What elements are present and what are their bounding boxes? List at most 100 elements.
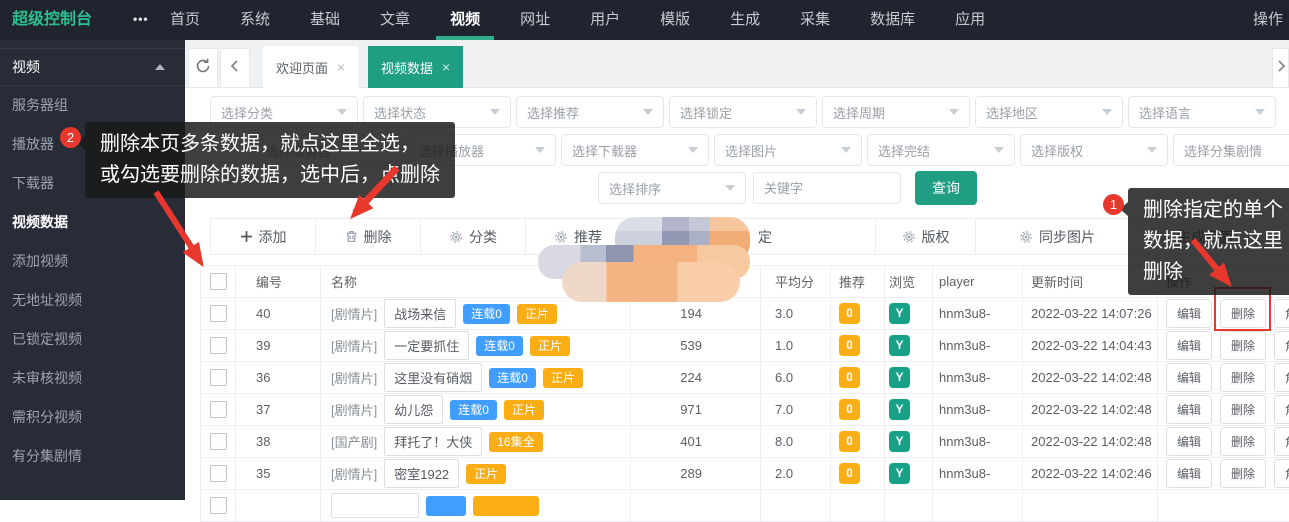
action-extra-button[interactable]: 角 — [1274, 363, 1289, 392]
filter-select[interactable]: 选择图片 — [714, 134, 862, 166]
sidebar-item[interactable]: 无地址视频 — [0, 281, 185, 320]
table-cell: 539 — [631, 330, 761, 362]
browse-badge: Y — [889, 303, 910, 324]
table-cell: 36 — [236, 362, 321, 394]
search-button[interactable]: 查询 — [915, 171, 977, 205]
table-cell — [933, 490, 1023, 522]
nav-item[interactable]: 数据库 — [870, 0, 915, 40]
table-cell — [201, 330, 236, 362]
row-checkbox[interactable] — [210, 369, 227, 386]
action-edit-button[interactable]: 编辑 — [1166, 427, 1212, 456]
table-cell: 224 — [631, 362, 761, 394]
table-header-cell: 编号 — [236, 266, 321, 298]
tabs-scroll-left-button[interactable] — [220, 48, 250, 88]
sidebar-item[interactable]: 服务器组 — [0, 86, 185, 125]
add-button[interactable]: 添加 — [211, 219, 316, 254]
nav-item[interactable]: 文章 — [380, 0, 410, 40]
sidebar-item[interactable]: 视频数据 — [0, 203, 185, 242]
table-cell — [201, 490, 236, 522]
table-cell: [剧情片]一定要抓住连载0正片 — [321, 330, 631, 362]
action-delete-button[interactable]: 删除 — [1220, 427, 1266, 456]
nav-item[interactable]: 生成 — [730, 0, 760, 40]
action-edit-button[interactable]: 编辑 — [1166, 459, 1212, 488]
table-cell: 编辑删除角 — [1158, 362, 1289, 394]
select-all-checkbox[interactable] — [210, 273, 227, 290]
action-delete-button[interactable]: 删除 — [1220, 459, 1266, 488]
filter-select[interactable]: 选择地区 — [975, 96, 1123, 128]
action-extra-button[interactable]: 角 — [1274, 395, 1289, 424]
nav-item[interactable]: 首页 — [170, 0, 200, 40]
nav-item[interactable]: 模版 — [660, 0, 690, 40]
filter-select-placeholder: 选择语言 — [1139, 103, 1191, 122]
name-cell: [剧情片]战场来信连载0正片 — [331, 299, 630, 328]
tab[interactable]: 欢迎页面× — [263, 46, 358, 88]
table-cell: [剧情片]幼儿怨连载0正片 — [321, 394, 631, 426]
tab[interactable]: 视频数据× — [368, 46, 463, 88]
sidebar-item[interactable]: 添加视频 — [0, 242, 185, 281]
sidebar-group-video[interactable]: 视频 — [0, 48, 185, 86]
recommend-badge: 0 — [839, 303, 860, 324]
tab-close-icon[interactable]: × — [337, 59, 345, 75]
sidebar-item[interactable]: 需积分视频 — [0, 398, 185, 437]
action-extra-button[interactable]: 角 — [1274, 299, 1289, 328]
action-extra-button[interactable]: 角 — [1274, 427, 1289, 456]
tab-close-icon[interactable]: × — [442, 59, 450, 75]
refresh-icon — [194, 57, 212, 80]
chevron-left-icon — [228, 59, 242, 78]
sync-images-button[interactable]: 同步图片 — [976, 219, 1139, 254]
sidebar-item[interactable]: 未审核视频 — [0, 359, 185, 398]
refresh-button[interactable] — [188, 48, 218, 88]
row-checkbox[interactable] — [210, 401, 227, 418]
nav-item[interactable]: 采集 — [800, 0, 830, 40]
nav-item[interactable]: 用户 — [590, 0, 620, 40]
delete-button[interactable]: 删除 — [316, 219, 421, 254]
table-cell: Y — [885, 458, 933, 490]
keyword-input[interactable] — [753, 172, 901, 204]
nav-item-operations[interactable]: 操作 — [1253, 0, 1283, 40]
table-cell: 194 — [631, 298, 761, 330]
action-delete-button[interactable]: 删除 — [1220, 395, 1266, 424]
sidebar-item[interactable]: 有分集剧情 — [0, 437, 185, 476]
browse-badge: Y — [889, 431, 910, 452]
action-edit-button[interactable]: 编辑 — [1166, 299, 1212, 328]
action-delete-button[interactable]: 删除 — [1220, 331, 1266, 360]
filter-select[interactable]: 选择下载器 — [561, 134, 709, 166]
filter-select-placeholder: 选择地区 — [986, 103, 1038, 122]
action-delete-button[interactable]: 删除 — [1220, 363, 1266, 392]
video-data-table: 编号名称平均分推荐浏览player更新时间操作 40[剧情片]战场来信连载0正片… — [200, 265, 1289, 522]
nav-item[interactable]: 视频 — [450, 0, 480, 40]
action-edit-button[interactable]: 编辑 — [1166, 395, 1212, 424]
name-box: 一定要抓住 — [384, 331, 469, 360]
action-extra-button[interactable]: 角 — [1274, 331, 1289, 360]
filter-select[interactable]: 选择语言 — [1128, 96, 1276, 128]
row-checkbox[interactable] — [210, 337, 227, 354]
action-edit-button[interactable]: 编辑 — [1166, 363, 1212, 392]
nav-item[interactable]: 系统 — [240, 0, 270, 40]
filter-select[interactable]: 选择分集剧情 — [1173, 134, 1289, 166]
recommend-badge: 0 — [839, 367, 860, 388]
sidebar-item[interactable]: 已锁定视频 — [0, 320, 185, 359]
toolbar-button-label: 版权 — [922, 227, 950, 247]
more-menu-icon[interactable]: ••• — [133, 0, 149, 39]
row-checkbox[interactable] — [210, 433, 227, 450]
sort-select[interactable]: 选择排序 — [598, 172, 746, 204]
tabs-scroll-right-button[interactable] — [1272, 48, 1289, 88]
filter-select[interactable]: 选择锁定 — [669, 96, 817, 128]
filter-select-placeholder: 选择推荐 — [527, 103, 579, 122]
action-edit-button[interactable]: 编辑 — [1166, 331, 1212, 360]
row-checkbox[interactable] — [210, 465, 227, 482]
filter-select[interactable]: 选择版权 — [1020, 134, 1168, 166]
category-button[interactable]: 分类 — [421, 219, 526, 254]
nav-item[interactable]: 基础 — [310, 0, 340, 40]
gear-icon — [554, 230, 568, 244]
nav-item[interactable]: 应用 — [955, 0, 985, 40]
nav-item[interactable]: 网址 — [520, 0, 550, 40]
row-checkbox[interactable] — [210, 305, 227, 322]
action-extra-button[interactable]: 角 — [1274, 459, 1289, 488]
filter-select[interactable]: 选择完结 — [867, 134, 1015, 166]
name-box: 密室1922 — [384, 459, 459, 488]
copyright-button[interactable]: 版权 — [876, 219, 976, 254]
annotation-tooltip-bulk-delete: 删除本页多条数据，就点这里全选， 或勾选要删除的数据，选中后，点删除 — [85, 122, 455, 198]
filter-select[interactable]: 选择推荐 — [516, 96, 664, 128]
filter-select[interactable]: 选择周期 — [822, 96, 970, 128]
